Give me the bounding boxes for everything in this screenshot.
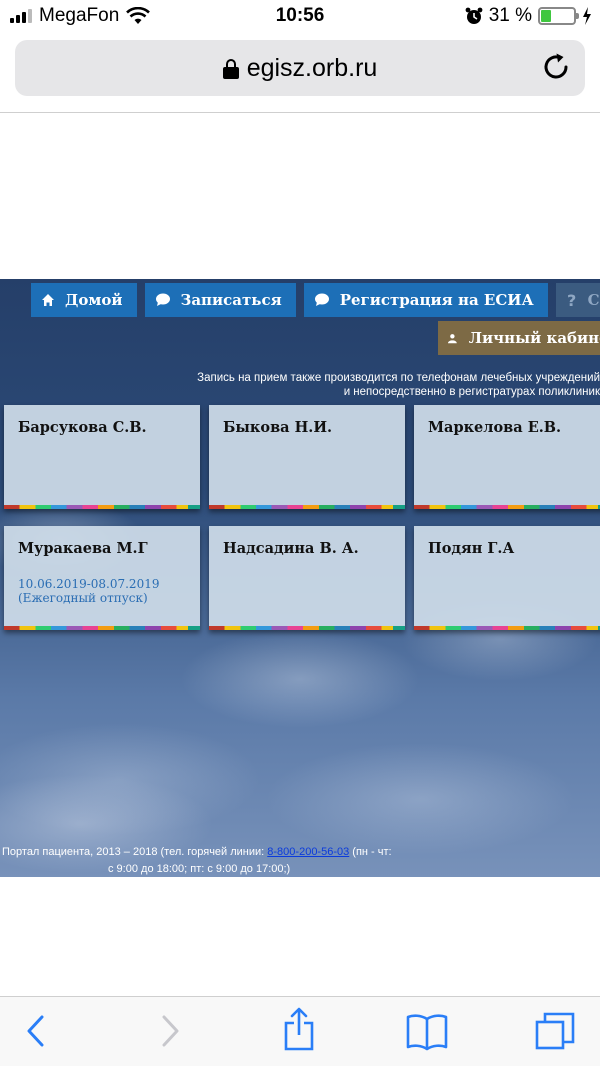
page-footer: Портал пациента, 2013 – 2018 (тел. горяч… (2, 844, 412, 877)
doctor-name: Надсадина В. А. (223, 540, 359, 557)
doctor-note: 10.06.2019-08.07.2019 (Ежегодный отпуск) (18, 577, 159, 605)
color-stripe (4, 505, 200, 509)
color-stripe (414, 626, 600, 630)
vacation-dates: 10.06.2019-08.07.2019 (18, 577, 160, 591)
doctor-name: Подян Г.А (428, 540, 515, 557)
main-nav: Домой Записаться Регистрация на ЕСИА ? С… (31, 283, 600, 317)
back-icon[interactable] (24, 1013, 48, 1049)
hotline-phone-link[interactable]: 8-800-200-56-03 (267, 846, 349, 858)
footer-hours: с 9:00 до 18:00; пт: с 9:00 до 17:00;) (108, 863, 291, 875)
reload-icon[interactable] (541, 52, 571, 82)
charging-icon (583, 7, 591, 25)
appointment-notice: Запись на прием также производится по те… (180, 371, 600, 399)
doctor-card[interactable]: Маркелова Е.В. (414, 405, 600, 509)
bookmarks-icon[interactable] (405, 1013, 449, 1051)
color-stripe (414, 505, 600, 509)
notice-line-1: Запись на прием также производится по те… (197, 372, 600, 384)
color-stripe (209, 626, 405, 630)
help-button[interactable]: ? Справка (555, 283, 600, 317)
speech-bubble-icon (314, 293, 329, 306)
home-label: Домой (65, 291, 123, 309)
personal-cabinet-button[interactable]: Личный кабинет (438, 321, 600, 355)
share-icon[interactable] (282, 1007, 316, 1051)
doctor-card[interactable]: Муракаева М.Г 10.06.2019-08.07.2019 (Еже… (4, 526, 200, 630)
status-right: 31 % (465, 5, 592, 27)
doctor-name: Маркелова Е.В. (428, 419, 562, 436)
lock-icon (222, 58, 239, 79)
toolbar-divider (0, 112, 600, 113)
user-icon (448, 333, 457, 343)
doctor-card[interactable]: Барсукова С.В. (4, 405, 200, 509)
alarm-icon (465, 7, 483, 24)
doctor-card[interactable]: Подян Г.А (414, 526, 600, 630)
notice-line-2: и непосредственно в регистратурах поликл… (343, 386, 600, 398)
house-icon (42, 294, 54, 306)
question-icon: ? (567, 292, 576, 308)
forward-icon[interactable] (158, 1013, 182, 1049)
doctor-name: Барсукова С.В. (18, 419, 147, 436)
url-text: egisz.orb.ru (246, 54, 378, 82)
esia-label: Регистрация на ЕСИА (339, 291, 534, 309)
doctor-card[interactable]: Быкова Н.И. (209, 405, 405, 509)
address-bar[interactable]: egisz.orb.ru (15, 40, 585, 96)
home-button[interactable]: Домой (31, 283, 137, 317)
footer-prefix: Портал пациента, 2013 – 2018 (тел. горяч… (2, 846, 268, 858)
color-stripe (209, 505, 405, 509)
speech-bubble-icon (155, 293, 170, 306)
web-page: Домой Записаться Регистрация на ЕСИА ? С… (0, 279, 600, 877)
doctor-card[interactable]: Надсадина В. А. (209, 526, 405, 630)
color-stripe (4, 626, 200, 630)
tabs-icon[interactable] (534, 1011, 576, 1051)
doctor-name: Муракаева М.Г (18, 540, 148, 557)
battery-icon (538, 7, 579, 25)
footer-suffix: (пн - чт: (349, 846, 392, 858)
svg-text:?: ? (567, 292, 576, 308)
signup-button[interactable]: Записаться (144, 283, 296, 317)
signup-label: Записаться (180, 291, 282, 309)
battery-percent: 31 % (488, 5, 532, 26)
doctor-name: Быкова Н.И. (223, 419, 333, 436)
help-label: Справка (587, 291, 600, 309)
cabinet-label: Личный кабинет (468, 329, 600, 347)
esia-registration-button[interactable]: Регистрация на ЕСИА (303, 283, 548, 317)
status-bar: MegaFon 10:56 31 % (0, 0, 600, 34)
browser-toolbar (0, 996, 600, 1066)
vacation-reason: (Ежегодный отпуск) (18, 591, 148, 605)
